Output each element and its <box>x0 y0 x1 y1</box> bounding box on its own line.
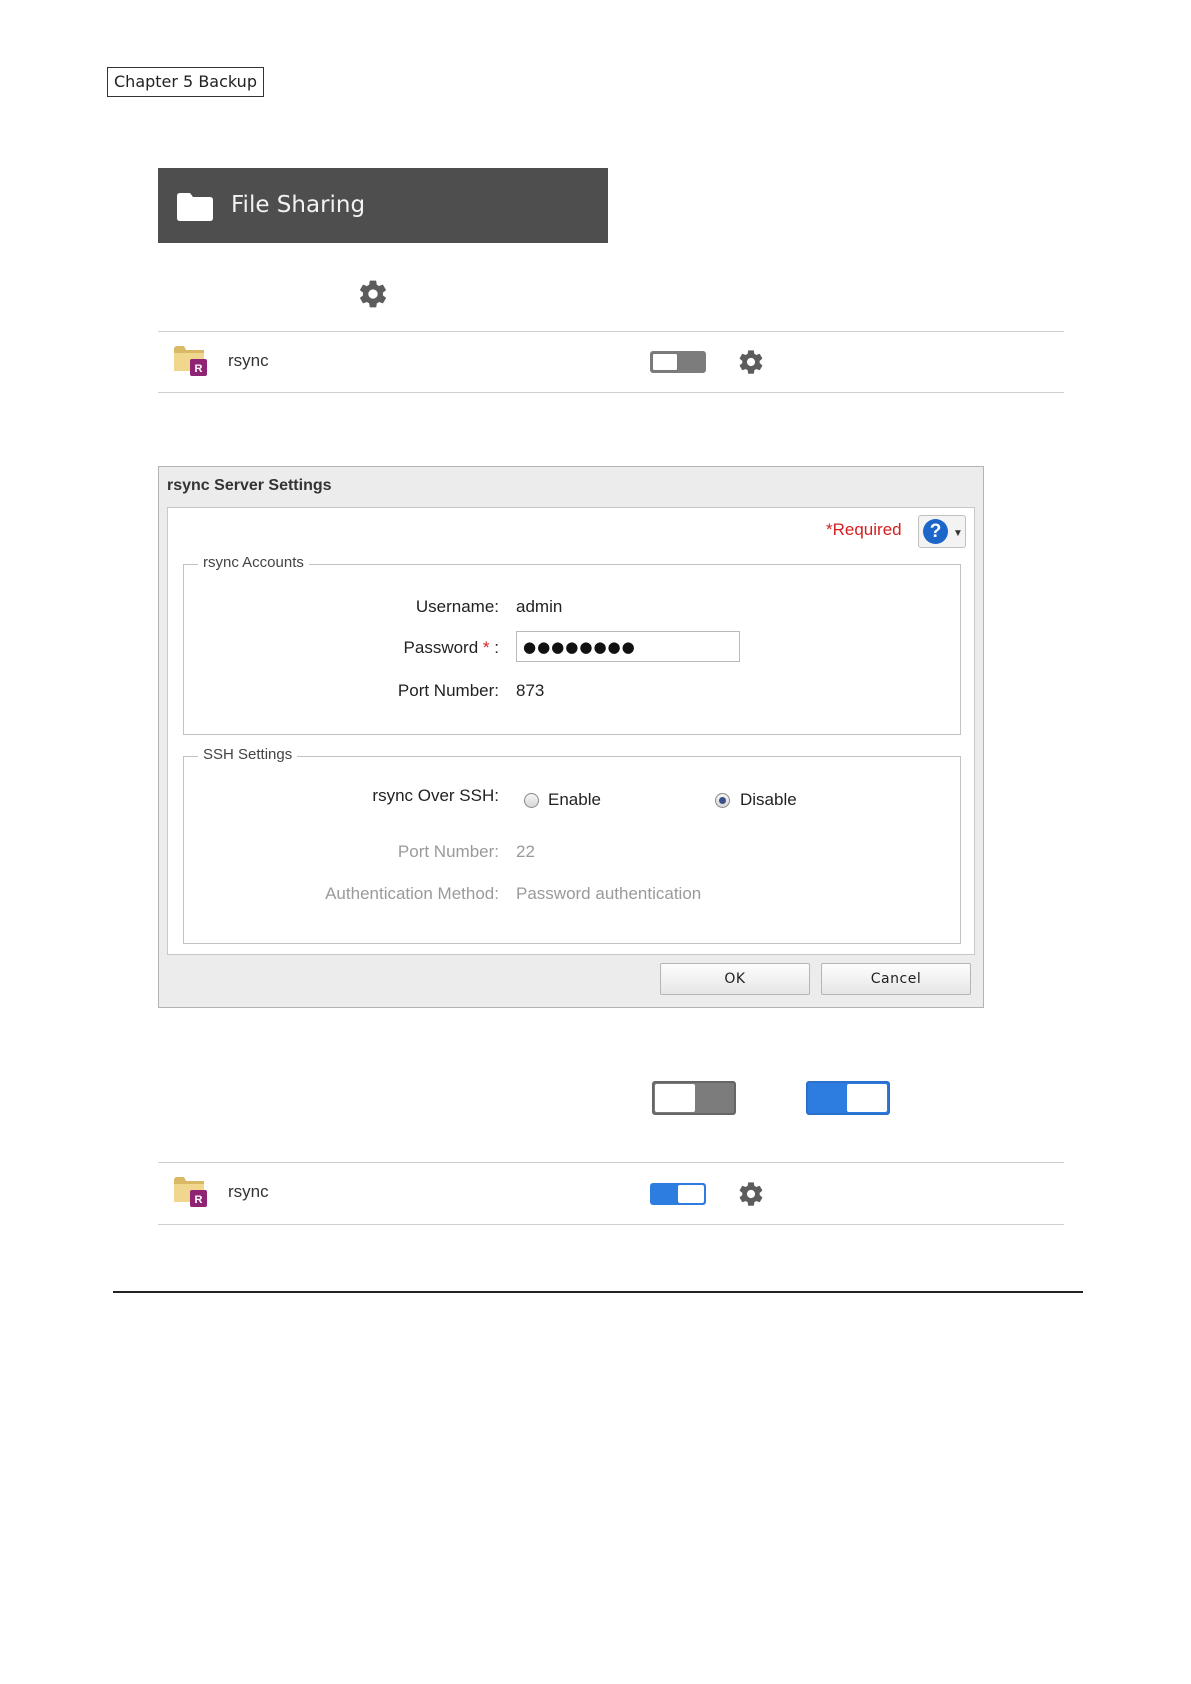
rsync-settings-dialog: rsync Server Settings *Required ? ▼ rsyn… <box>158 466 984 1008</box>
toggle-knob <box>678 1185 704 1203</box>
dialog-title: rsync Server Settings <box>167 477 332 494</box>
toggle-knob <box>847 1084 887 1112</box>
file-sharing-banner: File Sharing <box>158 168 608 243</box>
help-button[interactable]: ? ▼ <box>918 515 966 548</box>
disable-radio[interactable] <box>715 793 730 808</box>
enable-radio[interactable] <box>524 793 539 808</box>
rsync-badge: R <box>195 363 203 375</box>
ok-button[interactable]: OK <box>660 963 810 995</box>
row-label-rsync: rsync <box>228 351 269 370</box>
required-note: *Required <box>826 520 902 539</box>
gear-icon[interactable] <box>737 1180 765 1208</box>
toggle-on-example <box>806 1081 890 1115</box>
help-icon: ? <box>923 519 948 544</box>
chevron-down-icon: ▼ <box>953 528 963 539</box>
rsync-toggle[interactable] <box>650 1183 706 1205</box>
auth-method-label: Authentication Method: <box>325 884 499 903</box>
password-label: Password * : <box>404 638 499 658</box>
enable-label[interactable]: Enable <box>548 790 601 810</box>
port-number-value: 873 <box>516 681 545 700</box>
rsync-accounts-legend: rsync Accounts <box>198 554 309 571</box>
cancel-button[interactable]: Cancel <box>821 963 971 995</box>
username-label: Username: <box>415 597 499 616</box>
row-divider <box>158 1162 1064 1163</box>
row-divider <box>158 392 1064 393</box>
row-divider <box>158 331 1064 332</box>
rsync-toggle[interactable] <box>650 351 706 373</box>
row-divider <box>158 1224 1064 1225</box>
ssh-settings-legend: SSH Settings <box>198 746 298 763</box>
folder-icon <box>177 193 213 221</box>
rsync-folder-icon: R <box>174 346 207 376</box>
toggle-knob <box>652 353 678 371</box>
password-input[interactable] <box>516 631 740 662</box>
password-label-text: Password <box>403 638 479 657</box>
ssh-settings-group <box>183 756 961 944</box>
password-colon: : <box>494 638 499 657</box>
rsync-folder-icon: R <box>174 1177 207 1207</box>
toggle-off-example <box>652 1081 736 1115</box>
auth-method-value: Password authentication <box>516 884 702 903</box>
dialog-body: *Required ? ▼ rsync Accounts Username: a… <box>167 507 975 955</box>
gear-icon[interactable] <box>357 278 389 310</box>
toggle-knob <box>655 1084 695 1112</box>
rsync-badge: R <box>195 1194 203 1206</box>
footer-rule <box>113 1291 1083 1293</box>
disable-label[interactable]: Disable <box>740 790 797 810</box>
rsync-over-ssh-label: rsync Over SSH: <box>372 786 499 805</box>
required-star: * <box>482 638 490 657</box>
chapter-tag: Chapter 5 Backup <box>107 67 264 97</box>
ssh-port-value: 22 <box>516 842 535 861</box>
banner-title: File Sharing <box>231 192 366 218</box>
port-number-label: Port Number: <box>397 681 499 700</box>
row-label-rsync: rsync <box>228 1182 269 1201</box>
username-value: admin <box>516 597 563 616</box>
gear-icon[interactable] <box>737 348 765 376</box>
ssh-port-label: Port Number: <box>397 842 499 861</box>
